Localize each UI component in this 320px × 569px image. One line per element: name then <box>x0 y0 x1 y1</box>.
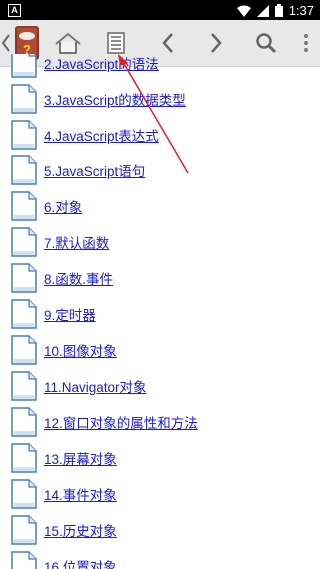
list-item[interactable]: 3.JavaScript的数据类型 <box>0 80 320 116</box>
wifi-icon <box>236 5 251 17</box>
document-icon <box>11 191 37 221</box>
list-item[interactable]: 13.屏幕对象 <box>0 439 320 475</box>
home-icon <box>55 32 81 54</box>
chapter-link[interactable]: 3.JavaScript的数据类型 <box>44 89 186 109</box>
chapter-link[interactable]: 11.Navigator对象 <box>44 376 147 396</box>
document-icon <box>11 515 37 545</box>
list-item[interactable]: 8.函数.事件 <box>0 259 320 295</box>
chapter-link[interactable]: 5.JavaScript语句 <box>44 160 145 180</box>
document-icon <box>11 551 37 569</box>
list-item[interactable]: 16.位置对象 <box>0 547 320 569</box>
forward-icon <box>211 33 222 53</box>
back-icon <box>162 33 173 53</box>
more-icon <box>304 34 308 52</box>
chapter-link[interactable]: 14.事件对象 <box>44 484 117 504</box>
signal-icon <box>256 4 269 17</box>
list-item[interactable]: 9.定时器 <box>0 295 320 331</box>
chapter-link[interactable]: 10.图像对象 <box>44 340 117 360</box>
document-icon <box>11 84 37 114</box>
list-item[interactable]: 2.JavaScript的语法 <box>0 54 320 80</box>
document-icon <box>11 54 37 78</box>
chapter-link[interactable]: 12.窗口对象的属性和方法 <box>44 412 198 432</box>
chapter-link[interactable]: 16.位置对象 <box>44 556 117 569</box>
list-item[interactable]: 6.对象 <box>0 187 320 223</box>
chapter-list: 2.JavaScript的语法 3.JavaScript的数据类型 4.JavaSc… <box>0 54 320 569</box>
battery-icon <box>274 4 283 17</box>
chapter-link[interactable]: 4.JavaScript表达式 <box>44 125 159 145</box>
list-item[interactable]: 12.窗口对象的属性和方法 <box>0 403 320 439</box>
list-item[interactable]: 7.默认函数 <box>0 223 320 259</box>
status-right: 1:37 <box>236 3 314 18</box>
document-icon <box>11 335 37 365</box>
chapter-link[interactable]: 13.屏幕对象 <box>44 448 117 468</box>
chapter-link[interactable]: 15.历史对象 <box>44 520 117 540</box>
status-bar: A 1:37 <box>0 0 320 20</box>
document-icon <box>11 371 37 401</box>
chapter-link[interactable]: 2.JavaScript的语法 <box>44 54 159 73</box>
chapter-link[interactable]: 8.函数.事件 <box>44 268 113 288</box>
document-icon <box>11 479 37 509</box>
list-item[interactable]: 14.事件对象 <box>0 475 320 511</box>
document-icon <box>11 155 37 185</box>
search-icon <box>256 33 277 54</box>
list-icon <box>107 32 125 54</box>
chapter-link[interactable]: 9.定时器 <box>44 304 96 324</box>
document-icon <box>11 120 37 150</box>
notification-indicator: A <box>8 4 21 17</box>
document-icon <box>11 299 37 329</box>
chapter-link[interactable]: 6.对象 <box>44 196 82 216</box>
document-icon <box>11 443 37 473</box>
chevron-left-small-icon <box>2 34 10 52</box>
list-item[interactable]: 10.图像对象 <box>0 331 320 367</box>
clock: 1:37 <box>288 3 314 18</box>
document-icon <box>11 227 37 257</box>
chapter-link[interactable]: 7.默认函数 <box>44 232 109 252</box>
document-icon <box>11 407 37 437</box>
document-icon <box>11 263 37 293</box>
list-item[interactable]: 11.Navigator对象 <box>0 367 320 403</box>
list-item[interactable]: 5.JavaScript语句 <box>0 151 320 187</box>
list-item[interactable]: 4.JavaScript表达式 <box>0 116 320 152</box>
list-item[interactable]: 15.历史对象 <box>0 511 320 547</box>
